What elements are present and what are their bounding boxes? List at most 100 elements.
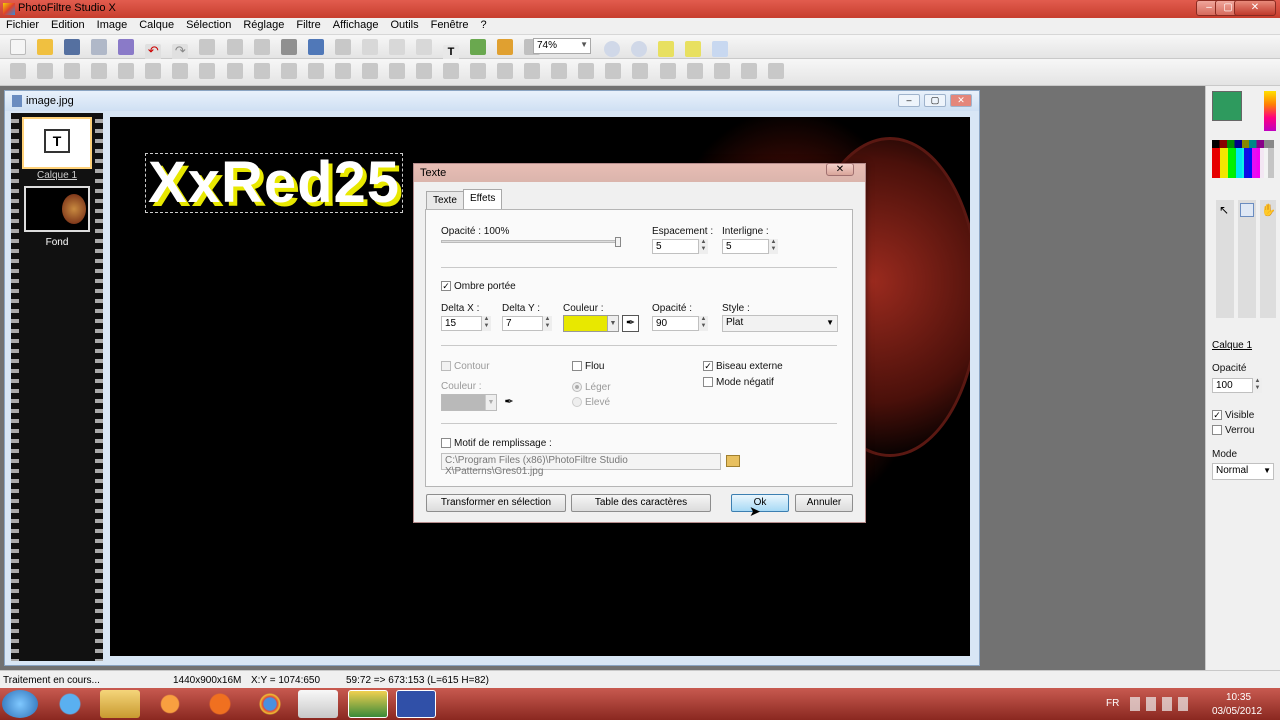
menu-edition[interactable]: Edition [45, 18, 91, 31]
save-icon[interactable] [64, 39, 81, 55]
filter-icon[interactable] [740, 63, 757, 79]
filter-icon[interactable] [659, 63, 676, 79]
negative-checkbox[interactable] [703, 377, 713, 387]
print-icon[interactable] [91, 39, 108, 55]
filter-icon[interactable] [172, 63, 189, 79]
menu-help[interactable]: ? [475, 18, 493, 31]
filter-icon[interactable] [307, 63, 324, 79]
photofiltre-taskbar-icon[interactable] [348, 690, 388, 718]
crop-icon[interactable] [280, 39, 297, 55]
radio-light[interactable] [572, 382, 582, 392]
opacity-slider-track[interactable] [441, 240, 621, 243]
chevron-down-icon[interactable]: ▼ [607, 316, 618, 331]
layer-opacity-spinner[interactable]: ▲ ▼ [1252, 378, 1262, 393]
app-taskbar-icon[interactable] [396, 690, 436, 718]
start-button-icon[interactable] [2, 690, 38, 718]
dialog-close-button[interactable]: ✕ [826, 163, 854, 176]
filter-icon[interactable] [578, 63, 595, 79]
filter-icon[interactable] [443, 63, 459, 79]
explorer-icon[interactable] [100, 690, 140, 718]
canvas-size-icon[interactable] [334, 39, 351, 55]
tab-effets[interactable]: Effets [463, 189, 503, 210]
folder-open-icon[interactable] [726, 455, 740, 467]
redo-icon[interactable]: ↷ [172, 44, 189, 60]
menu-affichage[interactable]: Affichage [327, 18, 385, 31]
pattern-path-input[interactable]: C:\Program Files (x86)\PhotoFiltre Studi… [441, 453, 721, 477]
filter-icon[interactable] [64, 63, 81, 79]
filter-icon[interactable] [524, 63, 541, 79]
opacity-slider-handle[interactable] [615, 237, 621, 247]
scan-icon[interactable] [118, 39, 135, 55]
lock-checkbox[interactable] [1212, 425, 1222, 435]
filter-icon[interactable] [118, 63, 135, 79]
effects-icon[interactable] [497, 39, 514, 55]
open-folder-icon[interactable] [37, 39, 54, 55]
ie-icon[interactable] [50, 690, 90, 718]
filter-icon[interactable] [470, 63, 487, 79]
copy-icon[interactable] [226, 39, 243, 55]
clock-date[interactable]: 03/05/2012 [1212, 706, 1262, 717]
menu-calque[interactable]: Calque [133, 18, 180, 31]
close-button[interactable]: ✕ [1234, 0, 1276, 16]
delta-y-spinner[interactable]: ▲ ▼ [542, 316, 552, 331]
layer-name-fond[interactable]: Fond [22, 237, 92, 248]
shadow-checkbox[interactable]: ✓ [441, 281, 451, 291]
filter-icon[interactable] [253, 63, 270, 79]
layer-name-calque1[interactable]: Calque 1 [22, 170, 92, 181]
filter-icon[interactable] [388, 63, 405, 79]
fullscreen-icon[interactable] [712, 41, 729, 57]
selection-icon[interactable] [415, 39, 432, 55]
hand-tool-icon[interactable]: ✋ [1261, 203, 1276, 217]
filter-icon[interactable] [334, 63, 351, 79]
filter-icon[interactable] [686, 63, 703, 79]
layer-thumb-fond[interactable] [24, 186, 90, 232]
chevron-down-icon[interactable]: ▼ [485, 395, 496, 410]
filter-icon[interactable] [280, 63, 297, 79]
zoom-in-icon[interactable] [604, 41, 620, 57]
filter-icon[interactable] [91, 63, 108, 79]
transform-icon[interactable] [388, 39, 405, 55]
doc-close-button[interactable]: ✕ [950, 94, 972, 107]
actual-size-icon[interactable] [685, 41, 702, 57]
filter-icon[interactable] [226, 63, 243, 79]
interline-spinner[interactable]: ▲ ▼ [768, 239, 778, 254]
pattern-checkbox[interactable] [441, 438, 451, 448]
blur-checkbox[interactable] [572, 361, 582, 371]
menu-image[interactable]: Image [91, 18, 134, 31]
language-indicator[interactable]: FR [1106, 698, 1119, 709]
filter-icon[interactable] [37, 63, 54, 79]
fit-window-icon[interactable] [658, 41, 675, 57]
filter-icon[interactable] [145, 63, 162, 79]
filter-icon[interactable] [713, 63, 730, 79]
filter-icon[interactable] [632, 63, 649, 79]
system-tray-icons[interactable] [1130, 697, 1190, 711]
spacing-spinner[interactable]: ▲ ▼ [698, 239, 708, 254]
cut-icon[interactable] [199, 39, 216, 55]
zoom-out-icon[interactable] [631, 41, 648, 57]
menu-selection[interactable]: Sélection [180, 18, 237, 31]
image-size-icon[interactable] [307, 39, 324, 55]
pointer-tool-icon[interactable]: ↖ [1219, 203, 1233, 217]
bevel-checkbox[interactable]: ✓ [703, 361, 713, 371]
filter-icon[interactable] [497, 63, 514, 79]
chrome-icon[interactable] [250, 690, 290, 718]
radio-high[interactable] [572, 397, 582, 407]
layer-thumb-calque1[interactable]: T [22, 117, 92, 169]
color-gradient-bar[interactable] [1264, 91, 1276, 131]
transform-selection-button[interactable]: Transformer en sélection [426, 494, 566, 512]
delta-x-spinner[interactable]: ▲ ▼ [481, 316, 491, 331]
tab-texte[interactable]: Texte [426, 191, 464, 209]
layers-icon[interactable] [470, 39, 487, 55]
eyedropper-icon[interactable]: ✒ [502, 395, 516, 409]
filter-icon[interactable] [361, 63, 378, 79]
layer-link[interactable]: Calque 1 [1212, 340, 1252, 351]
shadow-opacity-spinner[interactable]: ▲ ▼ [698, 316, 708, 331]
undo-icon[interactable]: ↶ [145, 44, 162, 60]
media-player-icon[interactable] [150, 690, 190, 718]
color-palette-row[interactable] [1212, 148, 1274, 178]
cancel-button[interactable]: Annuler [795, 494, 853, 512]
new-file-icon[interactable] [10, 39, 26, 55]
eyedropper-icon[interactable]: ✒ [622, 315, 639, 332]
selection-tool-icon[interactable] [1240, 203, 1254, 217]
menu-fenetre[interactable]: Fenêtre [425, 18, 475, 31]
